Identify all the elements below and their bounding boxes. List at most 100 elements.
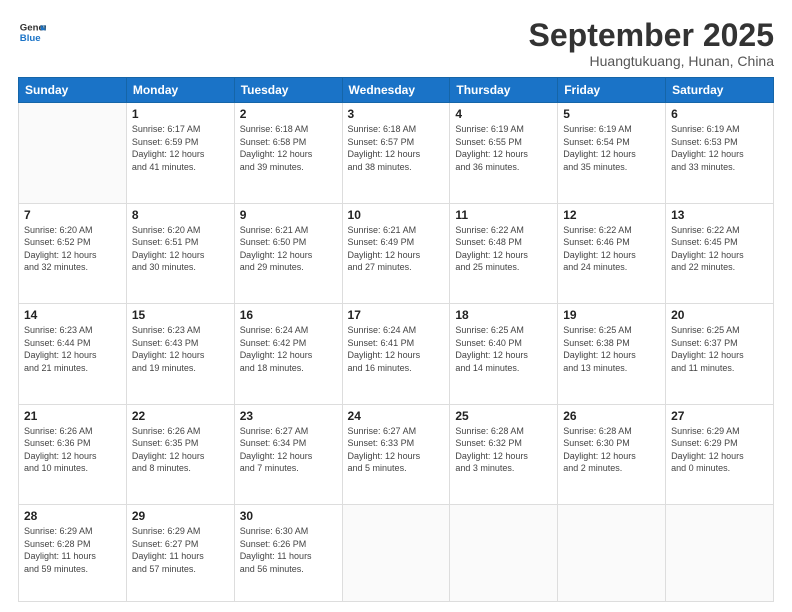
day-number: 23 (240, 409, 337, 423)
day-info: Sunrise: 6:27 AM Sunset: 6:34 PM Dayligh… (240, 425, 337, 475)
calendar-cell: 8 Sunrise: 6:20 AM Sunset: 6:51 PM Daylig… (126, 203, 234, 303)
day-info: Sunrise: 6:25 AM Sunset: 6:37 PM Dayligh… (671, 324, 768, 374)
day-info: Sunrise: 6:27 AM Sunset: 6:33 PM Dayligh… (348, 425, 445, 475)
day-number: 20 (671, 308, 768, 322)
day-info: Sunrise: 6:28 AM Sunset: 6:32 PM Dayligh… (455, 425, 552, 475)
header: General Blue September 2025 Huangtukuang… (18, 18, 774, 69)
calendar-table: SundayMondayTuesdayWednesdayThursdayFrid… (18, 77, 774, 602)
calendar-cell: 29 Sunrise: 6:29 AM Sunset: 6:27 PM Dayli… (126, 504, 234, 601)
day-number: 21 (24, 409, 121, 423)
day-number: 3 (348, 107, 445, 121)
day-number: 6 (671, 107, 768, 121)
day-number: 7 (24, 208, 121, 222)
calendar-cell: 23 Sunrise: 6:27 AM Sunset: 6:34 PM Dayli… (234, 404, 342, 504)
day-info: Sunrise: 6:25 AM Sunset: 6:38 PM Dayligh… (563, 324, 660, 374)
calendar-cell: 27 Sunrise: 6:29 AM Sunset: 6:29 PM Dayli… (666, 404, 774, 504)
svg-text:Blue: Blue (20, 33, 41, 44)
day-info: Sunrise: 6:19 AM Sunset: 6:53 PM Dayligh… (671, 123, 768, 173)
day-number: 8 (132, 208, 229, 222)
day-info: Sunrise: 6:25 AM Sunset: 6:40 PM Dayligh… (455, 324, 552, 374)
day-info: Sunrise: 6:29 AM Sunset: 6:28 PM Dayligh… (24, 525, 121, 575)
day-info: Sunrise: 6:20 AM Sunset: 6:51 PM Dayligh… (132, 224, 229, 274)
day-number: 1 (132, 107, 229, 121)
day-info: Sunrise: 6:26 AM Sunset: 6:35 PM Dayligh… (132, 425, 229, 475)
calendar-cell: 28 Sunrise: 6:29 AM Sunset: 6:28 PM Dayli… (19, 504, 127, 601)
day-number: 22 (132, 409, 229, 423)
day-number: 19 (563, 308, 660, 322)
calendar-cell: 16Sunrise: 6:24 AM Sunset: 6:42 PM Dayli… (234, 304, 342, 404)
day-info: Sunrise: 6:29 AM Sunset: 6:29 PM Dayligh… (671, 425, 768, 475)
day-info: Sunrise: 6:29 AM Sunset: 6:27 PM Dayligh… (132, 525, 229, 575)
calendar-cell: 15 Sunrise: 6:23 AM Sunset: 6:43 PM Dayli… (126, 304, 234, 404)
day-number: 29 (132, 509, 229, 523)
calendar-cell: 21 Sunrise: 6:26 AM Sunset: 6:36 PM Dayli… (19, 404, 127, 504)
day-info: Sunrise: 6:24 AM Sunset: 6:42 PM Dayligh… (240, 324, 337, 374)
calendar-cell: 19 Sunrise: 6:25 AM Sunset: 6:38 PM Dayli… (558, 304, 666, 404)
day-info: Sunrise: 6:18 AM Sunset: 6:58 PM Dayligh… (240, 123, 337, 173)
day-number: 17 (348, 308, 445, 322)
calendar-cell: 5 Sunrise: 6:19 AM Sunset: 6:54 PM Daylig… (558, 103, 666, 203)
day-number: 12 (563, 208, 660, 222)
day-number: 28 (24, 509, 121, 523)
day-number: 25 (455, 409, 552, 423)
day-info: Sunrise: 6:18 AM Sunset: 6:57 PM Dayligh… (348, 123, 445, 173)
day-number: 4 (455, 107, 552, 121)
calendar-cell (19, 103, 127, 203)
day-info: Sunrise: 6:19 AM Sunset: 6:54 PM Dayligh… (563, 123, 660, 173)
calendar-cell: 2 Sunrise: 6:18 AM Sunset: 6:58 PM Daylig… (234, 103, 342, 203)
calendar-cell: 11 Sunrise: 6:22 AM Sunset: 6:48 PM Dayli… (450, 203, 558, 303)
calendar-cell: 6 Sunrise: 6:19 AM Sunset: 6:53 PM Daylig… (666, 103, 774, 203)
day-info: Sunrise: 6:23 AM Sunset: 6:43 PM Dayligh… (132, 324, 229, 374)
calendar-day-header: Sunday (19, 78, 127, 103)
day-number: 26 (563, 409, 660, 423)
calendar-day-header: Wednesday (342, 78, 450, 103)
calendar-cell: 3 Sunrise: 6:18 AM Sunset: 6:57 PM Daylig… (342, 103, 450, 203)
day-number: 27 (671, 409, 768, 423)
calendar-day-header: Tuesday (234, 78, 342, 103)
day-number: 15 (132, 308, 229, 322)
day-number: 18 (455, 308, 552, 322)
calendar-cell: 17 Sunrise: 6:24 AM Sunset: 6:41 PM Dayli… (342, 304, 450, 404)
logo: General Blue (18, 18, 46, 46)
calendar-cell: 13Sunrise: 6:22 AM Sunset: 6:45 PM Dayli… (666, 203, 774, 303)
day-number: 5 (563, 107, 660, 121)
calendar-cell: 1 Sunrise: 6:17 AM Sunset: 6:59 PM Daylig… (126, 103, 234, 203)
day-info: Sunrise: 6:24 AM Sunset: 6:41 PM Dayligh… (348, 324, 445, 374)
day-info: Sunrise: 6:22 AM Sunset: 6:48 PM Dayligh… (455, 224, 552, 274)
calendar-cell: 7 Sunrise: 6:20 AM Sunset: 6:52 PM Daylig… (19, 203, 127, 303)
calendar-cell: 14Sunrise: 6:23 AM Sunset: 6:44 PM Dayli… (19, 304, 127, 404)
day-number: 9 (240, 208, 337, 222)
calendar-cell (558, 504, 666, 601)
day-info: Sunrise: 6:30 AM Sunset: 6:26 PM Dayligh… (240, 525, 337, 575)
day-number: 11 (455, 208, 552, 222)
day-number: 13 (671, 208, 768, 222)
calendar-day-header: Thursday (450, 78, 558, 103)
calendar-cell: 25 Sunrise: 6:28 AM Sunset: 6:32 PM Dayli… (450, 404, 558, 504)
day-info: Sunrise: 6:19 AM Sunset: 6:55 PM Dayligh… (455, 123, 552, 173)
day-info: Sunrise: 6:17 AM Sunset: 6:59 PM Dayligh… (132, 123, 229, 173)
calendar-cell (666, 504, 774, 601)
main-title: September 2025 (529, 18, 774, 53)
day-info: Sunrise: 6:20 AM Sunset: 6:52 PM Dayligh… (24, 224, 121, 274)
calendar-cell: 9 Sunrise: 6:21 AM Sunset: 6:50 PM Daylig… (234, 203, 342, 303)
calendar-cell (450, 504, 558, 601)
calendar-cell: 18 Sunrise: 6:25 AM Sunset: 6:40 PM Dayli… (450, 304, 558, 404)
day-info: Sunrise: 6:23 AM Sunset: 6:44 PM Dayligh… (24, 324, 121, 374)
calendar-cell: 26Sunrise: 6:28 AM Sunset: 6:30 PM Dayli… (558, 404, 666, 504)
calendar-cell: 4 Sunrise: 6:19 AM Sunset: 6:55 PM Daylig… (450, 103, 558, 203)
calendar-cell: 20 Sunrise: 6:25 AM Sunset: 6:37 PM Dayli… (666, 304, 774, 404)
day-number: 24 (348, 409, 445, 423)
calendar-header-row: SundayMondayTuesdayWednesdayThursdayFrid… (19, 78, 774, 103)
day-info: Sunrise: 6:21 AM Sunset: 6:49 PM Dayligh… (348, 224, 445, 274)
calendar-cell: 30 Sunrise: 6:30 AM Sunset: 6:26 PM Dayli… (234, 504, 342, 601)
calendar-day-header: Friday (558, 78, 666, 103)
day-number: 2 (240, 107, 337, 121)
subtitle: Huangtukuang, Hunan, China (529, 53, 774, 69)
day-number: 30 (240, 509, 337, 523)
day-info: Sunrise: 6:26 AM Sunset: 6:36 PM Dayligh… (24, 425, 121, 475)
calendar-day-header: Monday (126, 78, 234, 103)
calendar-cell (342, 504, 450, 601)
day-info: Sunrise: 6:21 AM Sunset: 6:50 PM Dayligh… (240, 224, 337, 274)
calendar-cell: 24 Sunrise: 6:27 AM Sunset: 6:33 PM Dayli… (342, 404, 450, 504)
page: General Blue September 2025 Huangtukuang… (0, 0, 792, 612)
